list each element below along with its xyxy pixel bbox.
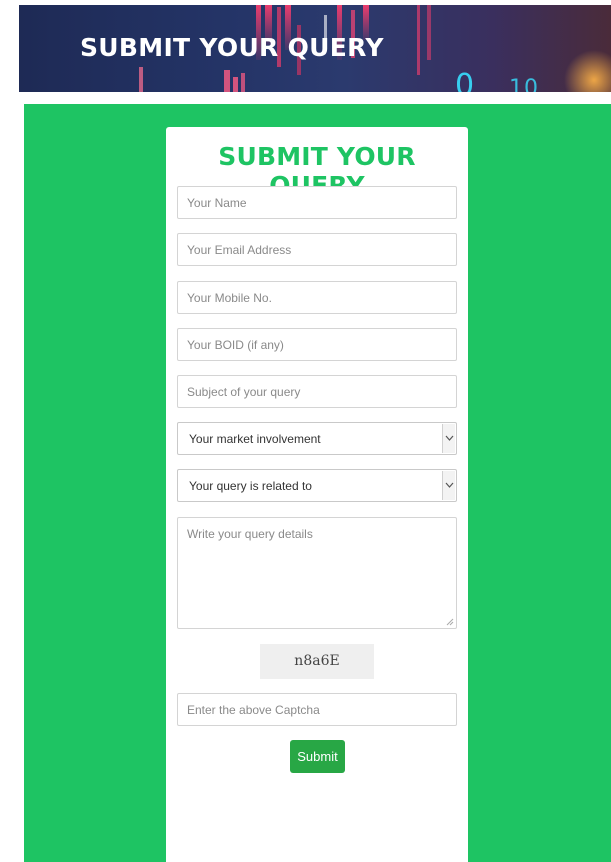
resize-grip-icon[interactable] (446, 618, 454, 626)
subject-input[interactable] (177, 375, 457, 408)
query-related-value: Your query is related to (189, 479, 312, 493)
chevron-down-icon (445, 435, 454, 441)
name-input[interactable] (177, 186, 457, 219)
page-banner: 0 1 0 SUBMIT YOUR QUERY (19, 5, 611, 92)
select-dropdown-button[interactable] (442, 471, 455, 500)
submit-button[interactable]: Submit (290, 740, 345, 773)
svg-text:0: 0 (455, 68, 474, 92)
email-input[interactable] (177, 233, 457, 266)
banner-title: SUBMIT YOUR QUERY (80, 33, 384, 62)
query-details-textarea[interactable] (177, 517, 457, 629)
query-form-card: SUBMIT YOUR QUERY Your market involvemen… (166, 127, 468, 862)
captcha-input[interactable] (177, 693, 457, 726)
captcha-image: n8a6E (260, 644, 374, 679)
boid-input[interactable] (177, 328, 457, 361)
select-dropdown-button[interactable] (442, 424, 455, 453)
market-involvement-select[interactable]: Your market involvement (177, 422, 457, 455)
svg-text:1: 1 (509, 76, 523, 92)
svg-text:0: 0 (524, 76, 538, 92)
query-related-select[interactable]: Your query is related to (177, 469, 457, 502)
market-involvement-value: Your market involvement (189, 432, 321, 446)
mobile-input[interactable] (177, 281, 457, 314)
chevron-down-icon (445, 482, 454, 488)
